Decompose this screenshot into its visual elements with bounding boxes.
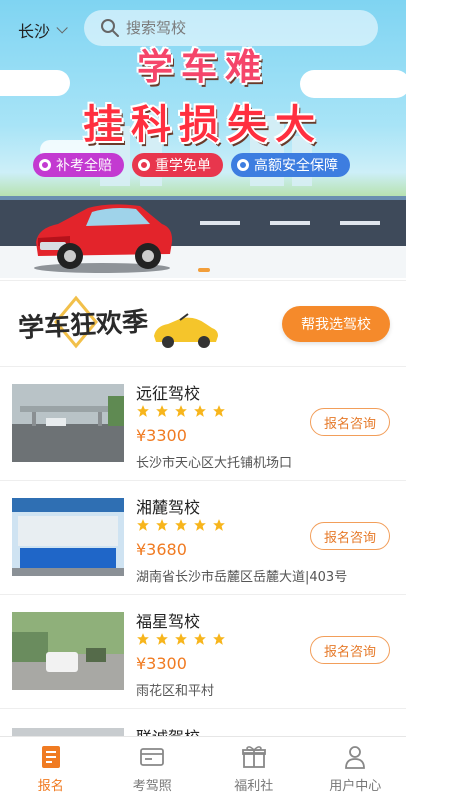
license-card-icon [140, 748, 165, 766]
city-label: 长沙 [18, 22, 51, 41]
banner-tag-label: 重学免单 [155, 158, 211, 174]
user-icon [345, 746, 366, 769]
star-icon [137, 405, 149, 417]
lane-mark [340, 221, 380, 225]
tab-label: 报名 [37, 779, 64, 794]
star-icon [156, 519, 168, 531]
red-car-illustration [34, 204, 173, 273]
star-icon [213, 633, 225, 645]
search-input[interactable] [126, 19, 346, 37]
school-price: ¥3300 [136, 654, 187, 673]
gift-icon [241, 746, 266, 768]
divider [0, 708, 406, 709]
bullet-icon [39, 159, 51, 171]
school-address: 长沙市天心区大托铺机场口 [136, 456, 293, 471]
banner-headline-2: 挂科损失大 [83, 102, 323, 148]
star-rating [136, 518, 226, 532]
star-icon [194, 519, 206, 531]
signup-form-icon [41, 746, 60, 768]
tab-license[interactable]: 考驾照 [102, 737, 204, 800]
tab-label: 用户中心 [329, 779, 382, 794]
star-icon [175, 633, 187, 645]
school-address: 雨花区和平村 [136, 684, 215, 699]
star-icon [175, 519, 187, 531]
school-name: 远征驾校 [136, 384, 201, 403]
school-photo [12, 498, 124, 576]
promo-logo: 学车狂欢季 [17, 295, 218, 349]
tab-welfare[interactable]: 福利社 [203, 737, 305, 800]
star-rating [136, 632, 226, 646]
bottom-tab-bar: 报名 考驾照 福利社 用户中心 [0, 736, 406, 800]
star-icon [175, 405, 187, 417]
promo-logo-text: 学车狂欢季 [17, 306, 148, 344]
star-icon [137, 633, 149, 645]
banner-tag: 重学免单 [132, 153, 223, 177]
bullet-icon [138, 159, 150, 171]
star-icon [194, 633, 206, 645]
school-name: 福星驾校 [136, 612, 201, 631]
star-icon [156, 633, 168, 645]
banner-tags: 补考全赔 重学免单 高额安全保障 [33, 153, 350, 177]
school-address: 湖南省长沙市岳麓区岳麓大道|403号 [136, 570, 348, 585]
banner-tag-label: 补考全赔 [56, 158, 112, 174]
school-photo [12, 384, 124, 462]
school-list-item[interactable]: 远征驾校 ¥3300 长沙市天心区大托铺机场口 报名咨询 [0, 366, 406, 480]
star-icon [194, 405, 206, 417]
star-icon [137, 519, 149, 531]
school-price: ¥3680 [136, 540, 187, 559]
bullet-icon [237, 159, 249, 171]
school-price: ¥3300 [136, 426, 187, 445]
lane-mark [270, 221, 310, 225]
star-icon [213, 519, 225, 531]
banner-tag: 高额安全保障 [231, 153, 350, 177]
school-name: 湘麓驾校 [136, 498, 201, 517]
school-photo [12, 612, 124, 690]
tab-label: 考驾照 [132, 779, 172, 794]
carousel-indicator[interactable] [198, 268, 210, 272]
consult-button[interactable]: 报名咨询 [310, 408, 390, 436]
tab-signup[interactable]: 报名 [0, 737, 102, 800]
star-icon [156, 405, 168, 417]
help-choose-school-button[interactable]: 帮我选驾校 [282, 306, 390, 342]
consult-button[interactable]: 报名咨询 [310, 522, 390, 550]
star-rating [136, 404, 226, 418]
search-icon [101, 19, 119, 37]
tab-user-center[interactable]: 用户中心 [305, 737, 407, 800]
banner-tag: 补考全赔 [33, 153, 124, 177]
lane-mark [200, 221, 240, 225]
consult-button[interactable]: 报名咨询 [310, 636, 390, 664]
school-list-item[interactable]: 福星驾校 ¥3300 雨花区和平村 报名咨询 [0, 594, 406, 708]
tab-label: 福利社 [234, 779, 274, 794]
city-selector[interactable]: 长沙 [18, 18, 68, 42]
star-icon [213, 405, 225, 417]
search-bar[interactable] [84, 10, 378, 46]
divider [0, 280, 406, 281]
banner-tag-label: 高额安全保障 [254, 158, 338, 174]
school-list-item[interactable]: 湘麓驾校 ¥3680 湖南省长沙市岳麓区岳麓大道|403号 报名咨询 [0, 480, 406, 594]
